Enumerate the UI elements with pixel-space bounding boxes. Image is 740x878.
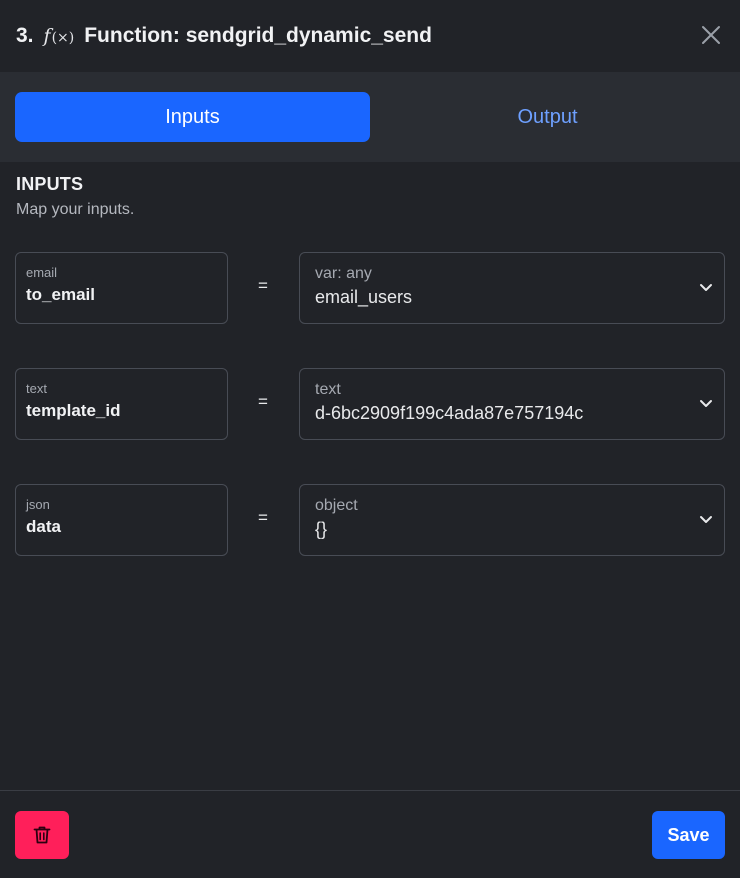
chevron-down-icon — [700, 516, 712, 523]
footer-divider — [0, 790, 740, 791]
function-panel: 3. f (×) Function: sendgrid_dynamic_send… — [0, 0, 740, 878]
value-type: object — [315, 497, 358, 514]
value-text: email_users — [315, 287, 413, 307]
tab-bar: Inputs Output — [0, 72, 740, 162]
input-name: template_id — [26, 401, 121, 420]
delete-button[interactable] — [15, 811, 69, 859]
section-title: INPUTS — [16, 174, 84, 194]
input-row: email to_email = var: any email_users — [15, 252, 725, 324]
function-icon-parens: (×) — [51, 30, 75, 46]
panel-title: Function: sendgrid_dynamic_send — [84, 24, 432, 47]
section-subtitle: Map your inputs. — [16, 201, 135, 218]
chevron-down-icon — [700, 284, 712, 291]
input-value-select[interactable]: object {} — [299, 484, 725, 556]
chevron-down-icon — [700, 400, 712, 407]
input-row: text template_id = text d-6bc2909f199c4a… — [15, 368, 725, 440]
tab-output[interactable]: Output — [370, 92, 725, 142]
equals-sign: = — [258, 276, 268, 295]
input-row: json data = object {} — [15, 484, 725, 556]
input-type: email — [26, 265, 58, 280]
value-text: {} — [315, 519, 328, 539]
value-text: d-6bc2909f199c4ada87e757194c — [315, 403, 584, 423]
input-name-box: text template_id — [15, 368, 228, 440]
tab-inputs[interactable]: Inputs — [15, 92, 370, 142]
value-type: var: any — [315, 265, 372, 282]
step-number: 3. — [16, 24, 34, 47]
function-icon: f (×) — [44, 25, 75, 47]
close-icon[interactable] — [700, 24, 722, 46]
value-type: text — [315, 381, 341, 398]
input-name-box: email to_email — [15, 252, 228, 324]
trash-icon — [33, 826, 51, 844]
input-value-select[interactable]: var: any email_users — [299, 252, 725, 324]
save-button[interactable]: Save — [652, 811, 725, 859]
panel-header: 3. f (×) Function: sendgrid_dynamic_send — [0, 0, 740, 72]
function-icon-symbol: f — [43, 25, 51, 47]
input-name-box: json data — [15, 484, 228, 556]
input-value-select[interactable]: text d-6bc2909f199c4ada87e757194c — [299, 368, 725, 440]
input-type: text — [26, 381, 47, 396]
equals-sign: = — [258, 508, 268, 527]
equals-sign: = — [258, 392, 268, 411]
input-type: json — [26, 497, 50, 512]
input-name: data — [26, 517, 61, 536]
input-name: to_email — [26, 285, 95, 304]
